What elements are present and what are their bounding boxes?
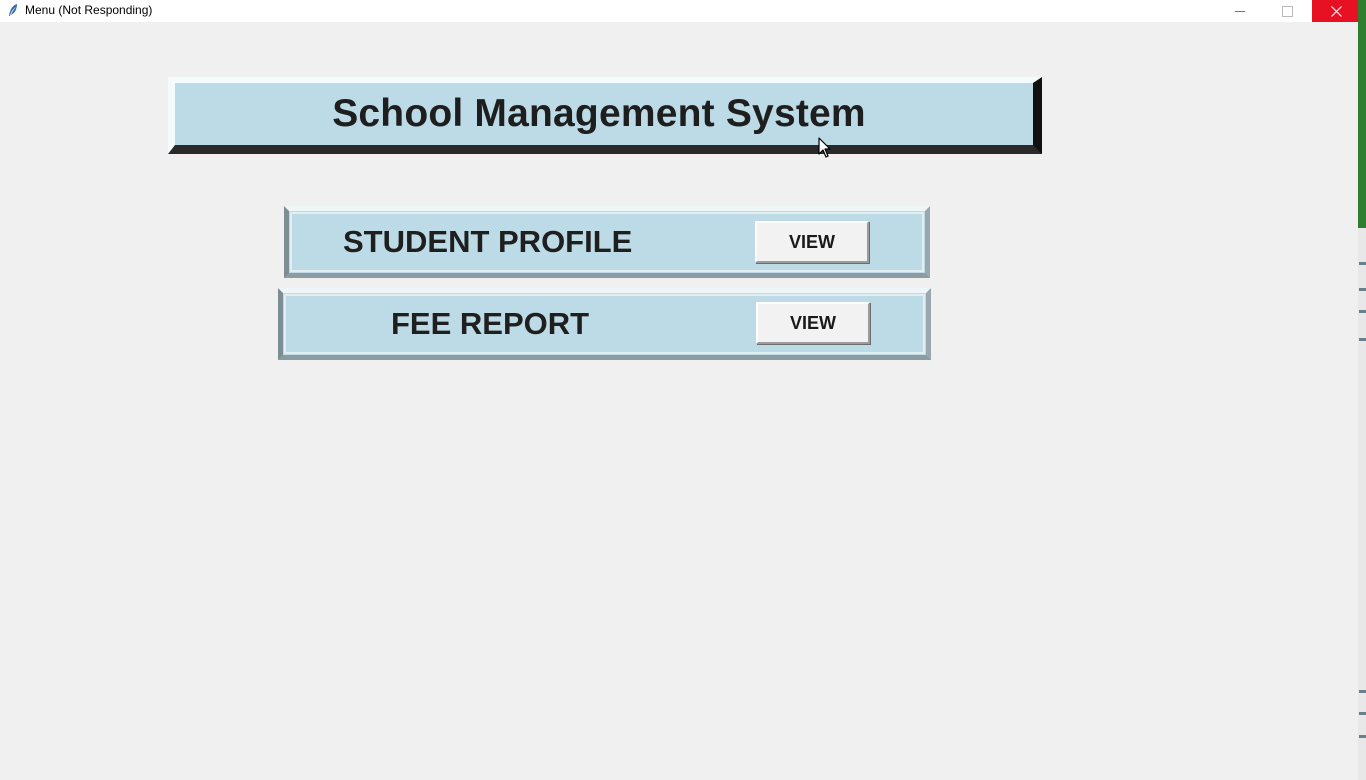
edge-mark bbox=[1359, 735, 1366, 738]
minimize-icon bbox=[1235, 10, 1245, 12]
minimize-button[interactable] bbox=[1217, 0, 1263, 22]
edge-mark bbox=[1359, 338, 1366, 341]
maximize-icon bbox=[1281, 5, 1293, 17]
close-button[interactable] bbox=[1312, 0, 1360, 22]
app-window: Menu (Not Responding) School Management … bbox=[0, 0, 1366, 780]
maximize-button[interactable] bbox=[1264, 0, 1310, 22]
close-icon bbox=[1330, 5, 1342, 17]
menu-item-student-profile: STUDENT PROFILE VIEW bbox=[284, 206, 930, 278]
edge-mark bbox=[1359, 310, 1366, 313]
view-fee-report-button[interactable]: VIEW bbox=[756, 302, 870, 344]
background-window-edge bbox=[1358, 0, 1366, 228]
window-title: Menu (Not Responding) bbox=[25, 3, 153, 17]
view-student-profile-button[interactable]: VIEW bbox=[755, 221, 869, 263]
feather-icon bbox=[9, 4, 17, 16]
header-banner: School Management System bbox=[168, 77, 1042, 154]
mouse-cursor-icon bbox=[818, 137, 831, 158]
menu-item-fee-report: FEE REPORT VIEW bbox=[278, 288, 931, 360]
edge-mark bbox=[1359, 262, 1366, 265]
title-bar[interactable]: Menu (Not Responding) bbox=[0, 0, 1366, 22]
edge-mark bbox=[1359, 288, 1366, 291]
edge-mark bbox=[1359, 712, 1366, 715]
edge-mark bbox=[1359, 690, 1366, 693]
menu-item-label: STUDENT PROFILE bbox=[343, 224, 633, 259]
page-title: School Management System bbox=[332, 92, 866, 135]
menu-item-label: FEE REPORT bbox=[391, 306, 590, 341]
